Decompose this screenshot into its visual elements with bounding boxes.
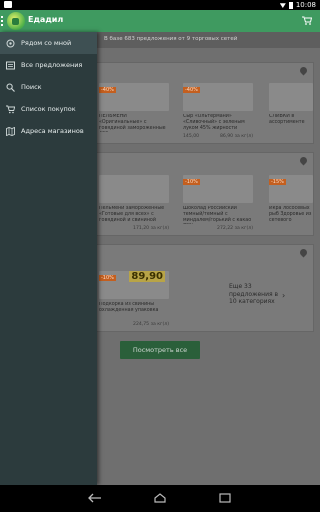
drawer-item-store-addresses[interactable]: Адреса магазинов bbox=[0, 120, 97, 142]
notification-icon bbox=[4, 1, 12, 8]
product-name: ПЕЛЬМЕНИ «Оригинальные» с говядиной замо… bbox=[99, 114, 166, 131]
promo-price: 89,90 bbox=[129, 271, 165, 282]
cart-icon[interactable] bbox=[302, 16, 312, 25]
product-name: Сыр «Ольтермани» «Сливочный» с зеленым л… bbox=[183, 114, 245, 131]
product-card[interactable]: -15% Икра лососевых рыб Здоровье из сете… bbox=[269, 175, 313, 224]
info-text: В базе 683 предложения от 9 торговых сет… bbox=[104, 36, 238, 42]
unit-price: 86,90 за кг(л) bbox=[219, 134, 253, 139]
product-card[interactable]: -40% ПЕЛЬМЕНИ «Оригинальные» с говядиной… bbox=[99, 83, 169, 132]
product-card[interactable]: Пельмени замороженные «Готовые для всех»… bbox=[99, 175, 169, 231]
status-bar: 10:08 bbox=[0, 0, 320, 10]
system-nav-bar bbox=[0, 485, 320, 512]
drawer-item-nearby[interactable]: Рядом со мной bbox=[0, 32, 97, 54]
list-icon bbox=[6, 61, 15, 69]
product-image: -40% bbox=[99, 83, 169, 111]
target-icon bbox=[6, 39, 15, 47]
back-icon[interactable] bbox=[88, 493, 102, 503]
drawer-item-label: Все предложения bbox=[21, 61, 83, 69]
recent-apps-icon[interactable] bbox=[218, 493, 232, 503]
discount-badge: -40% bbox=[99, 87, 116, 93]
discount-badge: -40% bbox=[183, 87, 200, 93]
menu-icon[interactable] bbox=[1, 16, 3, 26]
product-name: Шоколад Российский темный/темный с минда… bbox=[183, 206, 252, 223]
product-card[interactable]: -10% Шоколад Российский темный/темный с … bbox=[183, 175, 253, 231]
show-all-button[interactable]: Посмотреть все bbox=[120, 341, 200, 359]
drawer-item-label: Список покупок bbox=[21, 105, 76, 113]
product-card[interactable]: -40% Сыр «Ольтермани» «Сливочный» с зеле… bbox=[183, 83, 253, 139]
drawer-item-search[interactable]: Поиск bbox=[0, 76, 97, 98]
drawer-item-label: Поиск bbox=[21, 83, 42, 91]
product-name: Подкорка из свинины охлажденная упаковка bbox=[99, 302, 159, 313]
drawer-item-shopping-list[interactable]: Список покупок bbox=[0, 98, 97, 120]
drawer-item-label: Адреса магазинов bbox=[21, 127, 84, 135]
unit-price: 224,75 за кг(л) bbox=[133, 322, 169, 327]
product-image bbox=[99, 175, 169, 203]
discount-badge: -10% bbox=[183, 179, 200, 185]
product-card[interactable]: -10% 89,90 Подкорка из свинины охлажденн… bbox=[99, 271, 169, 327]
navigation-drawer: Рядом со мной Все предложения Поиск Спис… bbox=[0, 32, 97, 485]
location-pin-icon[interactable] bbox=[300, 249, 307, 259]
app-logo[interactable] bbox=[7, 12, 25, 30]
chevron-right-icon[interactable]: › bbox=[282, 291, 285, 300]
discount-badge: -10% bbox=[99, 275, 116, 281]
product-card[interactable]: СЛИВКИ в ассортименте bbox=[269, 83, 313, 132]
status-time: 10:08 bbox=[295, 1, 316, 9]
cart-icon bbox=[6, 105, 15, 113]
more-offers-text[interactable]: Еще 33 предложения в 10 категориях bbox=[229, 283, 279, 306]
location-pin-icon[interactable] bbox=[300, 67, 307, 77]
drawer-item-label: Рядом со мной bbox=[21, 39, 72, 47]
app-bar: Едадил bbox=[0, 10, 320, 32]
location-pin-icon[interactable] bbox=[300, 157, 307, 167]
drawer-item-all-offers[interactable]: Все предложения bbox=[0, 54, 97, 76]
product-name: СЛИВКИ в ассортименте bbox=[269, 114, 305, 125]
battery-icon bbox=[288, 1, 293, 9]
wifi-icon bbox=[279, 3, 286, 8]
map-icon bbox=[6, 126, 15, 136]
product-name: Пельмени замороженные «Готовые для всех»… bbox=[99, 206, 165, 223]
search-icon bbox=[6, 83, 15, 92]
product-name: Икра лососевых рыб Здоровье из сетевого … bbox=[269, 206, 312, 223]
home-icon[interactable] bbox=[153, 493, 167, 503]
unit-price: 171,20 за кг(л) bbox=[133, 226, 169, 231]
product-image: -15% bbox=[269, 175, 313, 203]
product-image: -40% bbox=[183, 83, 253, 111]
old-price: 145,00 bbox=[183, 134, 200, 139]
unit-price: 272,22 за кг(л) bbox=[217, 226, 253, 231]
product-image: -10% bbox=[183, 175, 253, 203]
discount-badge: -15% bbox=[269, 179, 286, 185]
product-image: -10% 89,90 bbox=[99, 271, 169, 299]
app-title: Едадил bbox=[28, 15, 64, 24]
product-image bbox=[269, 83, 313, 111]
